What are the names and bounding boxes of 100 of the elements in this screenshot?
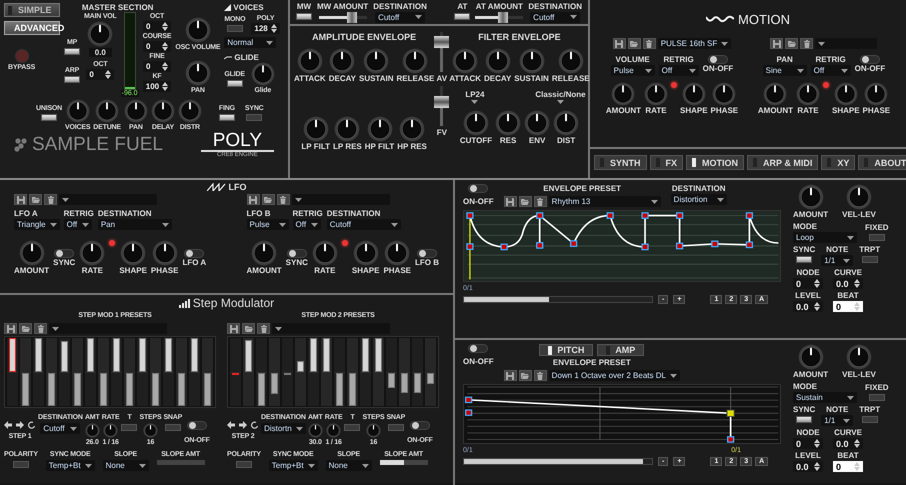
envelope-node[interactable] bbox=[466, 212, 474, 219]
tab[interactable]: PITCH bbox=[539, 344, 594, 356]
toggle-button[interactable] bbox=[388, 424, 404, 431]
spinbox[interactable]: 100 bbox=[142, 81, 172, 92]
load-button[interactable] bbox=[29, 194, 42, 205]
envelope-node[interactable] bbox=[746, 241, 753, 248]
dropdown[interactable]: Down 1 Octave over 2 Beats DL bbox=[548, 370, 680, 381]
step-column[interactable] bbox=[33, 338, 44, 406]
dropdown[interactable]: Pan bbox=[98, 219, 172, 230]
dropdown[interactable]: Sine bbox=[762, 65, 807, 76]
type-menu[interactable]: LP24 bbox=[465, 90, 484, 104]
toggle-button[interactable] bbox=[796, 256, 812, 263]
knob[interactable] bbox=[124, 99, 148, 123]
toggle-button[interactable] bbox=[226, 80, 243, 86]
toggle-switch[interactable] bbox=[708, 55, 728, 64]
dropdown[interactable]: Distortn bbox=[261, 423, 306, 434]
spinbox[interactable]: 0 bbox=[142, 61, 171, 72]
spinbox[interactable]: 0 bbox=[833, 301, 863, 312]
step-column[interactable] bbox=[373, 338, 384, 406]
load-button[interactable] bbox=[785, 38, 798, 49]
dropdown[interactable]: Triangle bbox=[14, 219, 60, 230]
dropdown[interactable]: Sustain bbox=[793, 392, 857, 403]
knob[interactable] bbox=[524, 110, 550, 136]
toggle-switch[interactable] bbox=[417, 248, 437, 258]
step-column[interactable] bbox=[176, 338, 187, 406]
toggle-button[interactable] bbox=[218, 114, 235, 121]
spinbox[interactable]: 0.0 bbox=[793, 461, 823, 472]
toggle-button[interactable] bbox=[862, 416, 878, 423]
toggle-button[interactable] bbox=[296, 12, 312, 20]
step-column[interactable] bbox=[202, 338, 213, 406]
save-button[interactable] bbox=[770, 38, 784, 49]
knob[interactable] bbox=[846, 184, 872, 210]
nav-tab[interactable]: ABOUT bbox=[858, 155, 906, 170]
step-bar[interactable] bbox=[414, 372, 421, 394]
knob[interactable] bbox=[495, 110, 522, 136]
step-bar[interactable] bbox=[297, 361, 304, 372]
dropdown[interactable]: Off bbox=[292, 219, 321, 230]
knob[interactable] bbox=[846, 344, 872, 370]
load-button[interactable] bbox=[628, 38, 641, 49]
dropdown[interactable]: None bbox=[326, 460, 372, 471]
knob[interactable] bbox=[798, 184, 824, 210]
slope-slider[interactable] bbox=[156, 460, 205, 465]
step-column[interactable] bbox=[321, 338, 332, 406]
toggle-button[interactable] bbox=[64, 76, 80, 83]
toggle-switch[interactable] bbox=[54, 248, 74, 258]
dropdown[interactable]: Rhythm 13 bbox=[548, 196, 661, 207]
dropdown[interactable]: Temp+Bt bbox=[268, 460, 318, 471]
toggle-button[interactable] bbox=[868, 394, 885, 401]
spinbox[interactable]: 128 bbox=[251, 23, 280, 34]
toggle-button[interactable] bbox=[454, 12, 470, 20]
delete-button[interactable] bbox=[800, 38, 814, 49]
spinbox[interactable]: 0.0 bbox=[833, 438, 863, 449]
fader-thumb[interactable] bbox=[434, 96, 450, 108]
step-column[interactable] bbox=[334, 338, 345, 406]
spinbox[interactable]: 0 bbox=[142, 21, 171, 32]
knob[interactable] bbox=[150, 99, 175, 123]
step-bar[interactable] bbox=[401, 372, 408, 394]
step-bar[interactable] bbox=[284, 372, 291, 376]
save-button[interactable] bbox=[246, 194, 260, 205]
load-button[interactable] bbox=[19, 323, 32, 334]
toggle-switch[interactable] bbox=[468, 344, 488, 353]
toggle-button[interactable] bbox=[344, 424, 360, 431]
slider-thumb[interactable] bbox=[347, 12, 358, 22]
spinbox[interactable]: 0 bbox=[793, 438, 823, 449]
knob[interactable] bbox=[79, 240, 106, 266]
envelope-node[interactable] bbox=[465, 396, 472, 404]
step-column[interactable] bbox=[256, 338, 267, 406]
dropdown[interactable]: Pulse bbox=[610, 65, 655, 76]
toggle-button[interactable] bbox=[164, 424, 181, 431]
envelope-node[interactable] bbox=[727, 436, 734, 443]
knob[interactable] bbox=[250, 62, 275, 86]
load-button[interactable] bbox=[518, 370, 532, 381]
envelope-node[interactable] bbox=[676, 212, 684, 219]
step-column[interactable] bbox=[137, 338, 148, 406]
knob[interactable] bbox=[798, 344, 824, 370]
delete-button[interactable] bbox=[34, 323, 47, 334]
fader-thumb[interactable] bbox=[434, 36, 450, 48]
step-column[interactable] bbox=[124, 338, 135, 406]
slider-thumb[interactable] bbox=[498, 12, 508, 22]
step-column[interactable] bbox=[347, 338, 358, 406]
toggle-switch[interactable] bbox=[184, 248, 204, 258]
load-button[interactable] bbox=[242, 323, 255, 334]
spinbox[interactable]: 0 bbox=[142, 41, 171, 52]
knob[interactable] bbox=[763, 82, 788, 106]
delete-button[interactable] bbox=[257, 323, 270, 334]
dropdown[interactable]: Normal bbox=[224, 37, 276, 48]
toggle-button[interactable] bbox=[226, 25, 243, 32]
envelope-node[interactable] bbox=[641, 244, 649, 250]
toggle-switch[interactable] bbox=[186, 421, 207, 430]
step-column[interactable] bbox=[46, 338, 57, 406]
envelope-node[interactable] bbox=[676, 242, 684, 250]
knob[interactable] bbox=[184, 60, 211, 86]
dropdown[interactable]: 1/1 bbox=[821, 255, 854, 266]
step-bar[interactable] bbox=[427, 372, 434, 384]
toggle-button[interactable] bbox=[64, 48, 80, 55]
toggle-switch[interactable] bbox=[468, 184, 488, 193]
spinbox[interactable]: 0.0 bbox=[793, 301, 823, 312]
envelope-node[interactable] bbox=[570, 240, 578, 247]
toggle-button[interactable] bbox=[12, 461, 29, 468]
step-column[interactable] bbox=[412, 338, 423, 406]
